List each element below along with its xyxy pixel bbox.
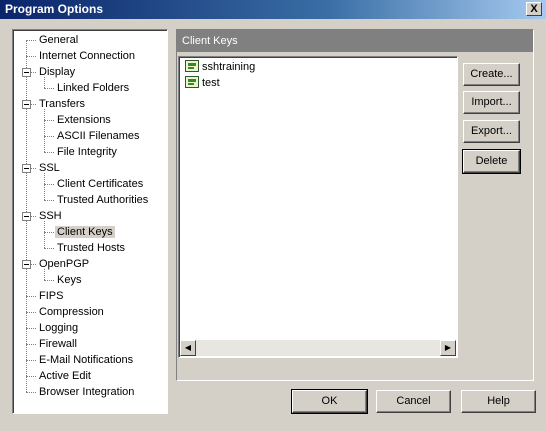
tree-item-label: ASCII Filenames [57, 130, 140, 142]
tree-line [44, 280, 54, 281]
tree-line [44, 109, 45, 152]
tree-line [26, 328, 36, 329]
tree-item[interactable]: SSH [37, 209, 64, 224]
collapse-icon[interactable] [22, 164, 31, 173]
tree-item[interactable]: General [37, 33, 80, 48]
tree-line [44, 120, 54, 121]
client-keys-list[interactable]: sshtraining test ◀ ▶ [178, 56, 458, 358]
help-button[interactable]: Help [461, 390, 536, 413]
tree-item[interactable]: Browser Integration [37, 385, 136, 400]
tree-line [26, 40, 36, 41]
tree-item[interactable]: OpenPGP [37, 257, 91, 272]
tree-line [44, 200, 54, 201]
tree-line [44, 136, 54, 137]
tree-line [26, 344, 36, 345]
delete-button[interactable]: Delete [462, 149, 521, 174]
tree-item-label: General [39, 34, 79, 46]
tree-item-label: SSH [39, 210, 62, 222]
program-options-dialog: Program Options X General Internet Connec… [0, 0, 546, 431]
key-name: sshtraining [202, 61, 256, 73]
key-file-icon [185, 60, 199, 72]
tree-item[interactable]: Trusted Hosts [55, 241, 127, 256]
close-button[interactable]: X [526, 2, 542, 16]
create-button[interactable]: Create... [463, 63, 520, 86]
collapse-icon[interactable] [22, 100, 31, 109]
tree-line [44, 152, 54, 153]
tree-item[interactable]: File Integrity [55, 145, 119, 160]
tree-item-label: Active Edit [39, 370, 91, 382]
tree-item[interactable]: Display [37, 65, 77, 80]
tree-item[interactable]: Transfers [37, 97, 87, 112]
cancel-button[interactable]: Cancel [376, 390, 451, 413]
tree-item-label: Extensions [57, 114, 111, 126]
import-button[interactable]: Import... [463, 91, 520, 114]
tree-line [26, 296, 36, 297]
tree-item[interactable]: SSL [37, 161, 62, 176]
tree-item-label: FIPS [39, 290, 64, 302]
tree-line [44, 221, 45, 248]
tree-item-label: Display [39, 66, 76, 78]
tree-line [44, 88, 54, 89]
list-item[interactable]: test [185, 75, 220, 91]
collapse-icon[interactable] [22, 212, 31, 221]
options-tree[interactable]: General Internet Connection Display Linked … [12, 29, 168, 414]
title-bar: Program Options X [0, 0, 546, 19]
key-file-icon [185, 76, 199, 88]
tree-item-label: Trusted Hosts [57, 242, 126, 254]
tree-line [26, 56, 36, 57]
tree-item[interactable]: Keys [55, 273, 83, 288]
horizontal-scrollbar[interactable]: ◀ ▶ [180, 340, 456, 356]
tree-item[interactable]: Compression [37, 305, 106, 320]
tree-item-label: Trusted Authorities [57, 194, 149, 206]
tree-item-label: Keys [57, 274, 82, 286]
collapse-icon[interactable] [22, 260, 31, 269]
tree-line [44, 248, 54, 249]
tree-item[interactable]: ASCII Filenames [55, 129, 142, 144]
tree-item-label: Transfers [39, 98, 86, 110]
tree-line [26, 312, 36, 313]
tree-item-label: E-Mail Notifications [39, 354, 134, 366]
tree-line [26, 376, 36, 377]
list-item[interactable]: sshtraining [185, 59, 255, 75]
tree-item[interactable]: Extensions [55, 113, 113, 128]
tree-item[interactable]: Internet Connection [37, 49, 137, 64]
export-button[interactable]: Export... [463, 120, 520, 143]
tree-item[interactable]: Active Edit [37, 369, 93, 384]
tree-item[interactable]: Client Certificates [55, 177, 145, 192]
tree-item[interactable]: E-Mail Notifications [37, 353, 135, 368]
tree-item-label: Client Certificates [57, 178, 144, 190]
tree-item-label: Browser Integration [39, 386, 135, 398]
tree-item-label: OpenPGP [39, 258, 90, 270]
window-title: Program Options [5, 2, 104, 16]
tree-item-label: Firewall [39, 338, 77, 350]
ok-button[interactable]: OK [291, 389, 368, 414]
panel-header: Client Keys [177, 30, 533, 52]
tree-item-label: File Integrity [57, 146, 117, 158]
scroll-right-button[interactable]: ▶ [440, 340, 456, 356]
tree-item[interactable]: Trusted Authorities [55, 193, 150, 208]
tree-item-label: Compression [39, 306, 104, 318]
tree-item[interactable]: FIPS [37, 289, 65, 304]
tree-item-label: Internet Connection [39, 50, 136, 62]
collapse-icon[interactable] [22, 68, 31, 77]
tree-line [44, 173, 45, 200]
tree-item[interactable]: Firewall [37, 337, 79, 352]
panel-title: Client Keys [182, 35, 238, 47]
tree-item[interactable]: Linked Folders [55, 81, 131, 96]
tree-item[interactable]: Logging [37, 321, 80, 336]
scroll-left-button[interactable]: ◀ [180, 340, 196, 356]
tree-item-label: SSL [39, 162, 60, 174]
tree-item-label: Client Keys [55, 226, 115, 238]
tree-line [44, 184, 54, 185]
tree-line [26, 360, 36, 361]
tree-item-label: Linked Folders [57, 82, 130, 94]
tree-line [44, 232, 54, 233]
tree-item-label: Logging [39, 322, 79, 334]
key-name: test [202, 77, 220, 89]
tree-line [26, 392, 36, 393]
tree-item[interactable]: Client Keys [55, 225, 115, 240]
